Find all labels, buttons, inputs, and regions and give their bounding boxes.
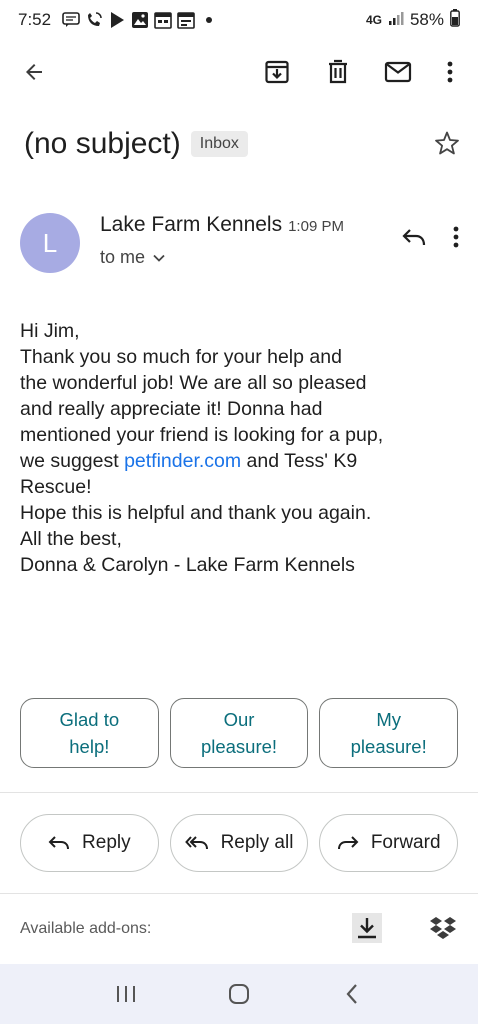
email-subject: (no subject) bbox=[24, 127, 181, 160]
gallery-icon bbox=[130, 10, 150, 30]
download-icon bbox=[358, 918, 376, 939]
smart-reply-text: My bbox=[376, 709, 402, 730]
addon-dropbox-button[interactable] bbox=[428, 913, 458, 943]
body-line: Hope this is helpful and thank you again… bbox=[20, 502, 372, 524]
chevron-left-icon bbox=[346, 984, 357, 1004]
more-options-button[interactable] bbox=[426, 48, 474, 96]
play-icon bbox=[107, 10, 127, 30]
home-icon bbox=[228, 984, 249, 1004]
sender-name-line: Lake Farm Kennels 1:09 PM bbox=[100, 213, 344, 237]
reply-all-icon bbox=[184, 836, 208, 850]
more-vert-icon bbox=[447, 61, 453, 83]
signal-icon bbox=[388, 10, 404, 30]
message-notification-icon bbox=[61, 10, 81, 30]
smart-reply-glad-to-help[interactable]: Glad to help! bbox=[20, 698, 159, 768]
archive-button[interactable] bbox=[253, 48, 301, 96]
body-line: and really appreciate it! Donna had bbox=[20, 398, 323, 420]
smart-reply-text: Glad to bbox=[59, 709, 120, 730]
subject-row: (no subject) Inbox bbox=[24, 120, 464, 168]
trash-icon bbox=[329, 59, 347, 84]
addons-bar: Available add-ons: bbox=[20, 905, 458, 953]
reply-label: Reply bbox=[82, 832, 131, 853]
smart-reply-our-pleasure[interactable]: Our pleasure! bbox=[169, 698, 309, 768]
home-button[interactable] bbox=[215, 970, 263, 1018]
system-back-button[interactable] bbox=[328, 970, 376, 1018]
smart-reply-label: Glad to help! bbox=[60, 706, 120, 760]
inbox-label-chip[interactable]: Inbox bbox=[190, 131, 248, 157]
smart-reply-label: My pleasure! bbox=[351, 706, 427, 760]
body-line: All the best, bbox=[20, 528, 122, 550]
smart-replies: Glad to help! Our pleasure! My pleasure! bbox=[20, 698, 459, 768]
email-toolbar bbox=[0, 48, 478, 96]
reply-all-button[interactable]: Reply all bbox=[169, 814, 309, 872]
body-line: the wonderful job! We are all so pleased bbox=[20, 372, 367, 394]
email-time: 1:09 PM bbox=[288, 218, 344, 235]
smart-reply-my-pleasure[interactable]: My pleasure! bbox=[319, 698, 459, 768]
status-time: 7:52 bbox=[18, 10, 52, 29]
body-line: Donna & Carolyn - Lake Farm Kennels bbox=[20, 554, 355, 576]
status-bar: 7:52 4G 58% bbox=[0, 0, 478, 40]
quick-reply-button[interactable] bbox=[398, 221, 430, 253]
more-notifications-dot-icon bbox=[199, 10, 219, 30]
battery-icon bbox=[450, 8, 460, 32]
star-icon bbox=[435, 131, 459, 155]
smart-reply-text: pleasure! bbox=[200, 736, 278, 757]
smart-reply-text: Our bbox=[223, 709, 255, 730]
sender-row: L Lake Farm Kennels 1:09 PM to me bbox=[20, 205, 468, 277]
forward-button[interactable]: Forward bbox=[319, 814, 459, 872]
body-text-fragment: we suggest bbox=[20, 450, 125, 472]
more-vert-icon bbox=[453, 226, 459, 248]
recent-apps-icon bbox=[117, 986, 136, 1002]
system-nav-bar bbox=[0, 964, 478, 1024]
message-more-button[interactable] bbox=[444, 221, 468, 253]
reply-actions: Reply Reply all Forward bbox=[20, 814, 459, 872]
sender-avatar[interactable]: L bbox=[20, 213, 80, 273]
body-line: we suggest petfinder.com and Tess' K9 bbox=[20, 448, 464, 474]
divider bbox=[0, 893, 478, 894]
reply-button[interactable]: Reply bbox=[20, 814, 159, 872]
divider bbox=[0, 792, 478, 793]
body-line: Hi Jim, bbox=[20, 320, 80, 342]
addon-download-button[interactable] bbox=[352, 913, 382, 943]
smart-reply-text: help! bbox=[69, 736, 110, 757]
smart-reply-label: Our pleasure! bbox=[201, 706, 277, 760]
body-line: Rescue! bbox=[20, 476, 92, 498]
dropbox-icon bbox=[430, 917, 456, 939]
recipient-details-toggle[interactable]: to me bbox=[100, 247, 165, 268]
battery-percent: 58% bbox=[409, 10, 444, 29]
delete-button[interactable] bbox=[314, 48, 362, 96]
body-line: Thank you so much for your help and bbox=[20, 346, 342, 368]
smart-reply-text: pleasure! bbox=[350, 736, 427, 757]
recent-apps-button[interactable] bbox=[102, 970, 150, 1018]
wifi-call-icon bbox=[84, 10, 104, 30]
email-body: Hi Jim, Thank you so much for your help … bbox=[20, 318, 464, 578]
forward-label: Forward bbox=[370, 832, 441, 853]
body-text-fragment: and Tess' K9 bbox=[241, 450, 358, 472]
network-type: 4G bbox=[365, 13, 382, 27]
back-button[interactable] bbox=[10, 48, 58, 96]
recipient-text: to me bbox=[100, 247, 146, 267]
sender-name: Lake Farm Kennels bbox=[100, 213, 283, 236]
petfinder-link[interactable]: petfinder.com bbox=[124, 450, 241, 472]
body-line: mentioned your friend is looking for a p… bbox=[20, 424, 384, 446]
mail-icon bbox=[384, 61, 412, 83]
chevron-down-icon bbox=[153, 254, 165, 262]
mark-unread-button[interactable] bbox=[374, 48, 422, 96]
reply-icon bbox=[48, 836, 70, 850]
arrow-back-icon bbox=[26, 64, 42, 80]
forward-icon bbox=[337, 836, 359, 850]
addons-label: Available add-ons: bbox=[20, 920, 152, 937]
status-right: 4G 58% bbox=[365, 8, 460, 32]
star-button[interactable] bbox=[434, 130, 460, 161]
archive-icon bbox=[265, 60, 289, 84]
reply-all-label: Reply all bbox=[220, 832, 294, 853]
reply-icon bbox=[402, 229, 426, 246]
calendar-alt-icon bbox=[176, 10, 196, 30]
calendar-icon bbox=[153, 10, 173, 30]
